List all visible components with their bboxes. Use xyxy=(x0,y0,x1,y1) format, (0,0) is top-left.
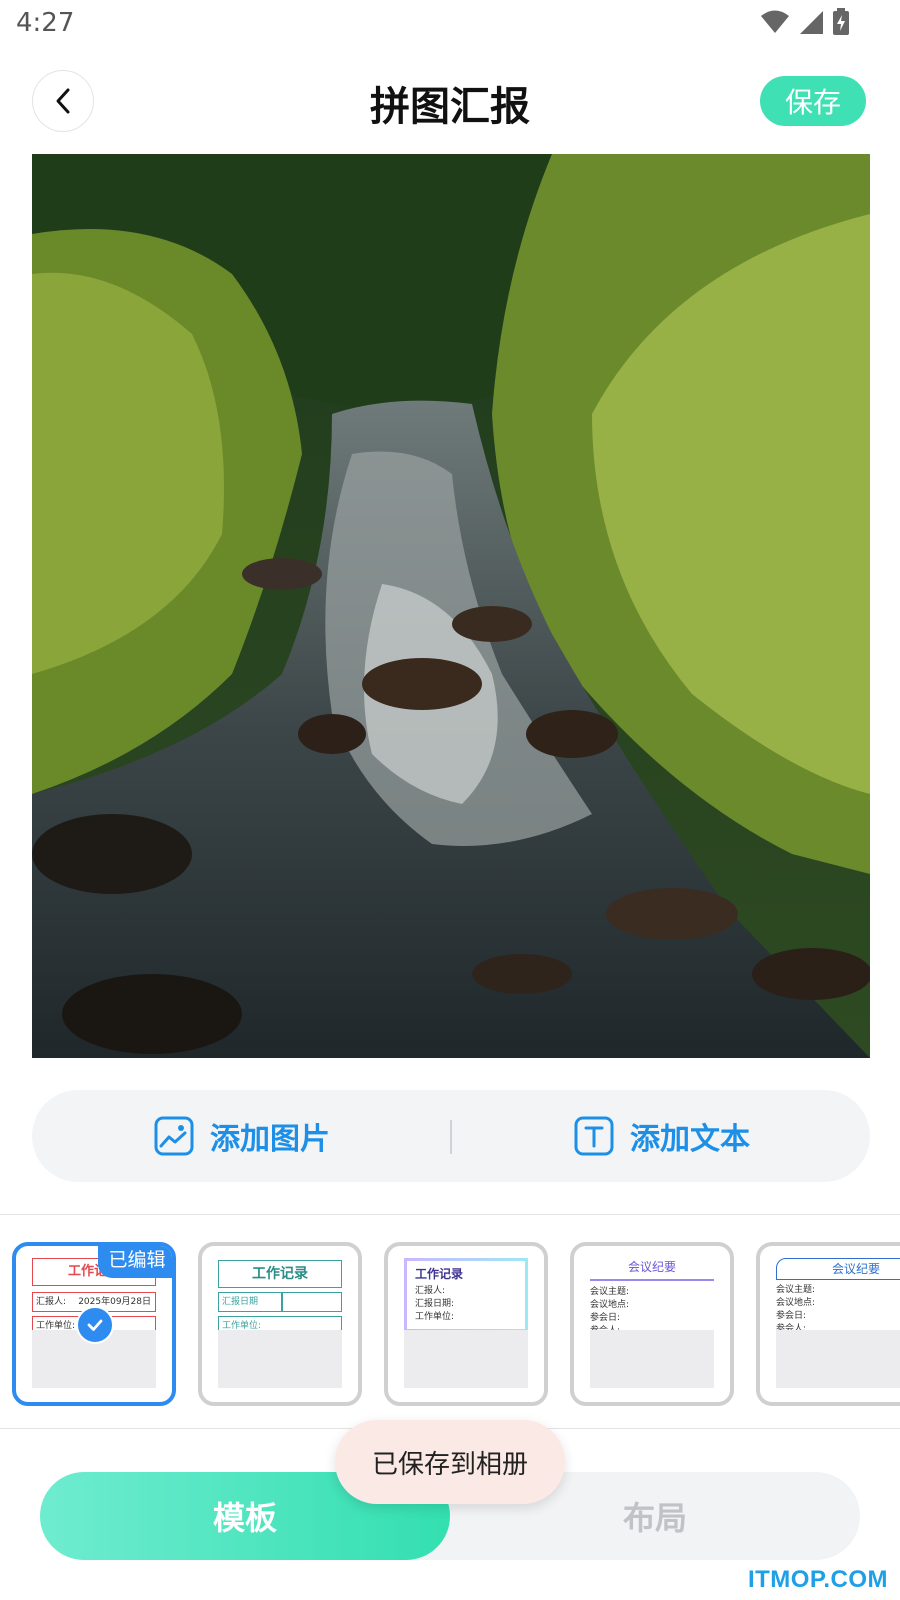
template-image-placeholder xyxy=(218,1330,342,1388)
status-bar: 4:27 xyxy=(0,0,900,50)
checkmark-icon xyxy=(87,1319,103,1331)
template-image-placeholder xyxy=(776,1330,900,1388)
template-strip[interactable]: 工作记录 汇报人: 2025年09月28日 工作单位: 已编辑 工作记录 汇报日… xyxy=(0,1228,900,1408)
add-bar-divider xyxy=(450,1120,452,1154)
template-image-placeholder xyxy=(590,1330,714,1388)
watermark: ITMOP.COM xyxy=(747,1566,888,1593)
template-info-box: 工作记录 汇报人: 汇报日期: 工作单位: xyxy=(404,1258,528,1332)
divider xyxy=(0,1214,900,1215)
template-title: 会议纪要 xyxy=(776,1258,900,1280)
add-text-button[interactable]: 添加文本 xyxy=(574,1090,750,1182)
template-title: 会议纪要 xyxy=(590,1258,714,1281)
saved-toast: 已保存到相册 xyxy=(335,1420,565,1504)
status-time: 4:27 xyxy=(16,8,75,38)
template-row: 会议地点: xyxy=(590,1300,630,1310)
add-content-bar: 添加图片 添加文本 xyxy=(32,1090,870,1182)
add-image-label: 添加图片 xyxy=(210,1122,330,1157)
template-row: 汇报日期 xyxy=(218,1292,342,1312)
text-icon xyxy=(574,1116,614,1156)
template-row: 汇报人: xyxy=(415,1286,446,1296)
edited-badge: 已编辑 xyxy=(98,1246,172,1278)
template-image-placeholder xyxy=(404,1330,528,1388)
add-image-button[interactable]: 添加图片 xyxy=(154,1090,330,1182)
wifi-icon xyxy=(761,10,789,33)
template-row-split xyxy=(281,1292,283,1312)
template-row: 会议地点: xyxy=(776,1298,816,1308)
collage-photo[interactable] xyxy=(32,154,870,1058)
template-card-2[interactable]: 工作记录 汇报日期 工作单位: xyxy=(198,1242,362,1406)
header: 拼图汇报 保存 xyxy=(0,62,900,140)
template-card-3[interactable]: 工作记录 汇报人: 汇报日期: 工作单位: xyxy=(384,1242,548,1406)
template-rows: 会议主题: 会议地点: 参会日: 参会人: xyxy=(776,1284,900,1336)
battery-icon xyxy=(833,8,849,35)
river-landscape-image xyxy=(32,154,870,1058)
template-card-5[interactable]: 会议纪要 会议主题: 会议地点: 参会日: 参会人: xyxy=(756,1242,900,1406)
template-row: 会议主题: xyxy=(776,1285,816,1295)
template-card-4[interactable]: 会议纪要 会议主题: 会议地点: 参会日: 参会人: xyxy=(570,1242,734,1406)
signal-icon xyxy=(800,11,823,34)
template-row-label: 汇报日期 xyxy=(222,1297,259,1307)
template-card-1[interactable]: 工作记录 汇报人: 2025年09月28日 工作单位: 已编辑 xyxy=(12,1242,176,1406)
template-row-label: 汇报人: xyxy=(36,1297,67,1307)
template-row: 参会日: xyxy=(590,1313,621,1323)
save-button[interactable]: 保存 xyxy=(760,76,866,126)
status-icons xyxy=(760,8,850,36)
template-row: 汇报日期: xyxy=(415,1299,455,1309)
selected-check xyxy=(76,1306,114,1344)
template-row: 工作单位: xyxy=(415,1312,455,1322)
template-title: 工作记录 xyxy=(218,1260,342,1288)
add-text-label: 添加文本 xyxy=(630,1122,750,1157)
template-row: 会议主题: xyxy=(590,1287,630,1297)
image-icon xyxy=(154,1116,194,1156)
template-title: 工作记录 xyxy=(415,1267,464,1281)
template-row: 参会日: xyxy=(776,1311,807,1321)
